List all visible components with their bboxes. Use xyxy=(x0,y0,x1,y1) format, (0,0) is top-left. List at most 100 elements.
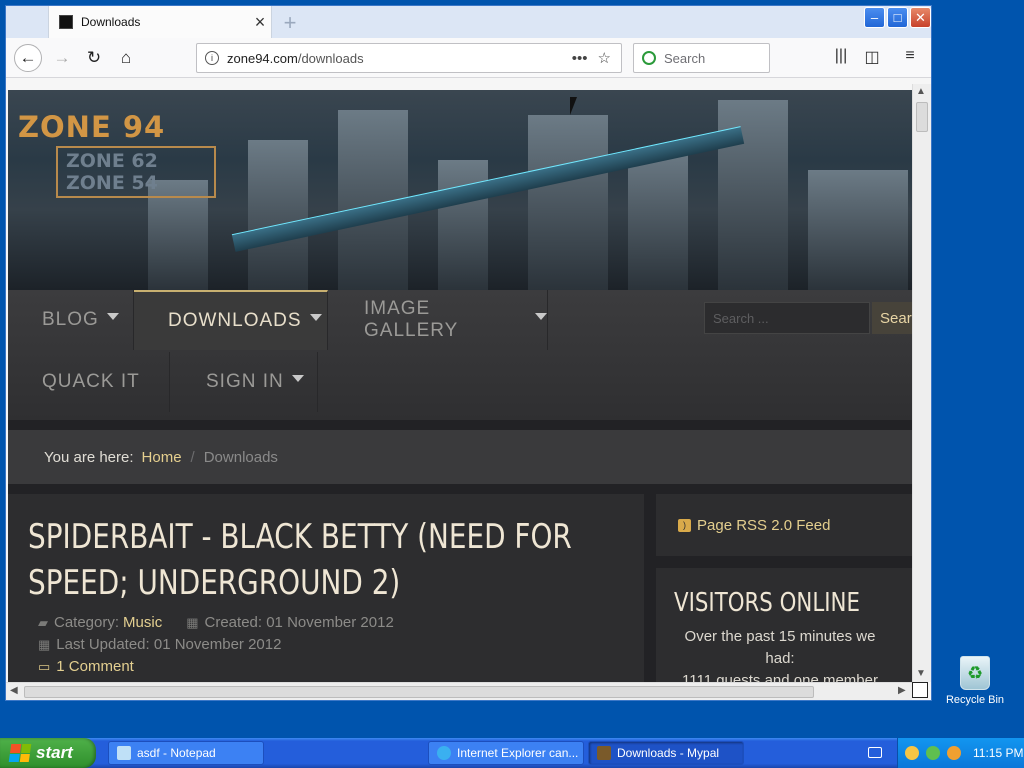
visitors-title: VISITORS ONLINE xyxy=(674,588,860,618)
logo-sub-text-2: ZONE 54 xyxy=(66,172,158,194)
tab-downloads[interactable]: Downloads × xyxy=(48,6,272,38)
windows-logo-icon xyxy=(8,744,32,762)
taskbar-item-label: asdf - Notepad xyxy=(137,746,216,760)
clock[interactable]: 11:15 PM xyxy=(973,746,1023,760)
article-title[interactable]: SPIDERBAIT - BLACK BETTY (NEED FOR SPEED… xyxy=(28,514,572,606)
home-button[interactable]: ⌂ xyxy=(112,44,140,72)
menu-item-label: BLOG xyxy=(42,309,99,330)
caret-down-icon xyxy=(106,312,119,320)
page-content: ZONE 94 ZONE 62 ZONE 54 BLOG DOWNLOADS I… xyxy=(8,90,912,682)
menu-item-label: QUACK IT xyxy=(42,371,140,392)
breadcrumb-current: Downloads xyxy=(203,448,278,466)
network-icon[interactable] xyxy=(926,746,940,760)
category-link[interactable]: Music xyxy=(123,614,162,631)
horizontal-scroll-thumb[interactable] xyxy=(24,686,814,698)
internet-explorer-icon xyxy=(437,746,451,760)
breadcrumb-prefix: You are here: xyxy=(44,448,134,466)
security-shield-icon[interactable] xyxy=(905,746,919,760)
new-tab-button[interactable]: + xyxy=(278,10,302,36)
updated-date: Last Updated: 01 November 2012 xyxy=(56,636,282,653)
visitors-line-1: Over the past 15 minutes we xyxy=(684,628,876,645)
created-date: Created: 01 November 2012 xyxy=(204,614,394,631)
back-button[interactable]: ← xyxy=(14,44,42,72)
scroll-up-arrow-icon[interactable]: ▲ xyxy=(916,86,926,97)
banner-building xyxy=(438,160,488,290)
taskbar-item-label: Internet Explorer can... xyxy=(457,746,579,760)
visitors-line-3: 1111 guests and one member xyxy=(682,672,878,682)
recycle-bin-label: Recycle Bin xyxy=(945,694,1005,706)
hamburger-menu-icon[interactable]: ≡ xyxy=(899,47,921,65)
rss-icon: ) xyxy=(678,518,691,532)
meta-created: ▦ Created: 01 November 2012 xyxy=(186,614,394,631)
scroll-left-arrow-icon[interactable]: ◀ xyxy=(10,685,18,696)
comment-icon: ▭ xyxy=(38,658,51,674)
article-meta-row-3: ▭ 1 Comment xyxy=(38,658,134,675)
taskbar-item-mypal[interactable]: Downloads - Mypal xyxy=(588,741,744,765)
site-search-button[interactable]: Search xyxy=(872,302,912,334)
site-search-input[interactable]: Search ... xyxy=(704,302,870,334)
rss-feed-link[interactable]: Page RSS 2.0 Feed xyxy=(697,517,830,534)
site-banner: ZONE 94 ZONE 62 ZONE 54 xyxy=(8,90,912,290)
scroll-down-arrow-icon[interactable]: ▼ xyxy=(916,668,926,679)
logo-main-text: ZONE 94 xyxy=(18,110,166,144)
close-window-button[interactable]: ✕ xyxy=(910,7,931,28)
comments-link[interactable]: 1 Comment xyxy=(56,658,134,675)
menu-item-label: DOWNLOADS xyxy=(168,310,302,331)
menu-item-image-gallery[interactable]: IMAGE GALLERY xyxy=(330,290,548,350)
breadcrumb: You are here: Home / Downloads xyxy=(8,430,912,484)
vertical-scroll-thumb[interactable] xyxy=(916,102,928,132)
window-controls: – □ ✕ xyxy=(864,7,931,28)
article-title-line-1: SPIDERBAIT - BLACK BETTY (NEED FOR xyxy=(28,517,572,557)
taskbar-item-internet-explorer[interactable]: Internet Explorer can... xyxy=(428,741,584,765)
page-actions-icon[interactable]: ••• xyxy=(572,50,588,67)
menu-item-label: IMAGE GALLERY xyxy=(364,298,459,341)
system-tray: 11:15 PM xyxy=(897,738,1024,768)
menu-item-downloads[interactable]: DOWNLOADS xyxy=(134,290,328,350)
info-icon[interactable]: i xyxy=(205,51,219,65)
caret-down-icon xyxy=(309,313,322,321)
taskbar: start asdf - Notepad Internet Explorer c… xyxy=(0,738,1024,768)
tab-title: Downloads xyxy=(81,15,141,29)
visitors-online-box: VISITORS ONLINE Over the past 15 minutes… xyxy=(656,568,912,682)
banner-building xyxy=(808,170,908,290)
maximize-button[interactable]: □ xyxy=(887,7,908,28)
close-tab-icon[interactable]: × xyxy=(249,12,271,33)
reload-button[interactable]: ↻ xyxy=(80,44,108,72)
minimize-button[interactable]: – xyxy=(864,7,885,28)
breadcrumb-home-link[interactable]: Home xyxy=(142,449,182,466)
meta-category: ▰ Category: Music xyxy=(38,614,162,631)
recycle-bin[interactable]: Recycle Bin xyxy=(940,656,1010,706)
taskbar-item-notepad[interactable]: asdf - Notepad xyxy=(108,741,264,765)
taskbar-item-label: Downloads - Mypal xyxy=(617,746,720,760)
search-tray-icon[interactable] xyxy=(947,746,961,760)
start-label: start xyxy=(36,743,73,762)
site-logo[interactable]: ZONE 94 ZONE 62 ZONE 54 xyxy=(18,110,216,198)
mouse-cursor-icon xyxy=(570,97,584,115)
logo-sub-text-1: ZONE 62 xyxy=(66,150,158,172)
visitors-text: Over the past 15 minutes we had: 1111 gu… xyxy=(670,626,890,682)
caret-down-icon xyxy=(535,312,547,320)
mypal-icon xyxy=(597,746,611,760)
vertical-scrollbar[interactable]: ▲ ▼ xyxy=(912,84,931,682)
breadcrumb-separator: / xyxy=(190,448,195,466)
url-host: zone94.com xyxy=(227,50,298,66)
site-favicon-icon xyxy=(59,15,73,29)
menu-item-quack-it[interactable]: QUACK IT xyxy=(8,352,170,412)
address-bar[interactable]: i zone94.com/downloads ••• ☆ xyxy=(196,43,622,73)
url-text[interactable]: zone94.com/downloads xyxy=(227,51,572,66)
bookmark-star-icon[interactable]: ☆ xyxy=(598,49,611,67)
scroll-right-arrow-icon[interactable]: ▶ xyxy=(898,685,906,696)
start-button[interactable]: start xyxy=(0,738,96,768)
menu-item-blog[interactable]: BLOG xyxy=(8,290,134,350)
visitors-line-2: had: xyxy=(765,650,795,667)
library-icon[interactable]: ||| xyxy=(830,47,852,65)
keyboard-icon[interactable] xyxy=(868,747,882,758)
forward-button[interactable]: → xyxy=(48,44,76,72)
menu-item-sign-in[interactable]: SIGN IN xyxy=(172,352,318,412)
horizontal-scrollbar[interactable]: ◀ ▶ xyxy=(6,682,912,700)
browser-search-box[interactable]: Search xyxy=(633,43,770,73)
browser-window: Downloads × + – □ ✕ ← → ↻ ⌂ i zone94.com… xyxy=(5,5,932,701)
notepad-icon xyxy=(117,746,131,760)
logo-sub-box: ZONE 62 ZONE 54 xyxy=(56,146,216,198)
sidebar-toggle-icon[interactable]: ◫ xyxy=(861,47,883,67)
